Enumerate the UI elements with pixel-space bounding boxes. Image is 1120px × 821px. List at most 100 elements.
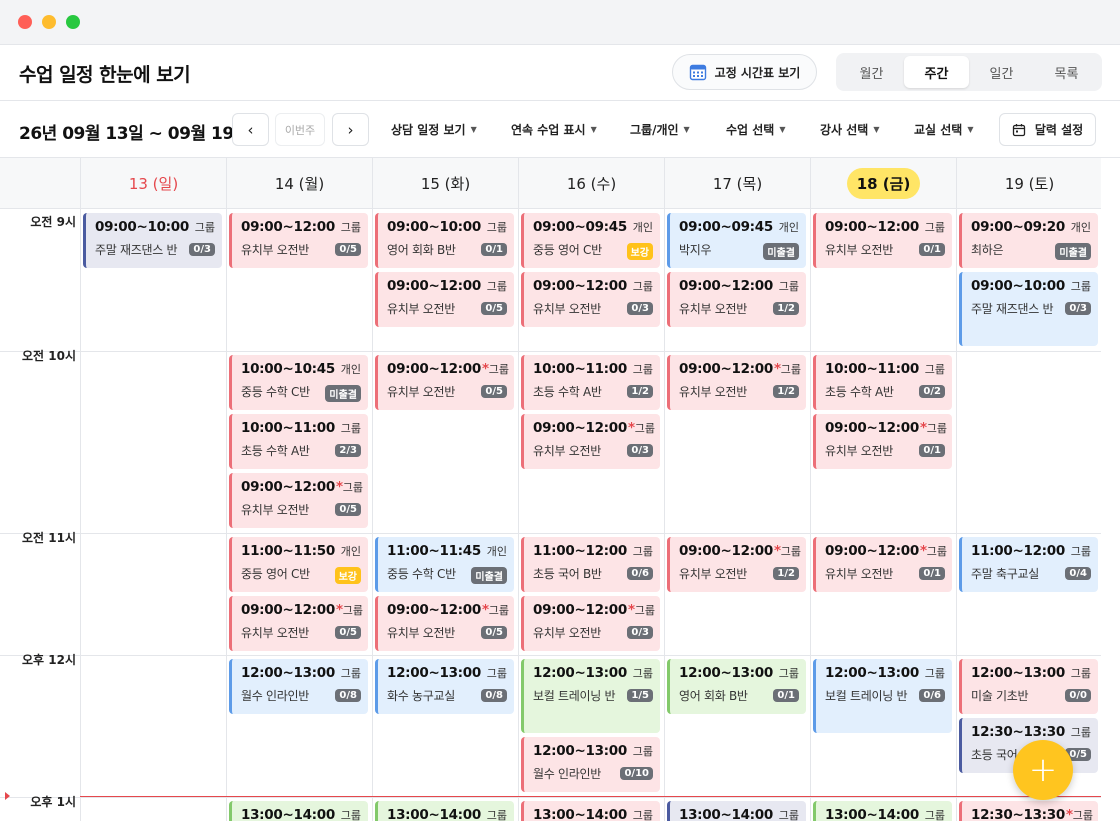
schedule-event[interactable]: 12:30~13:30* 그룹 [959, 801, 1098, 821]
add-schedule-button[interactable]: + [1013, 740, 1073, 800]
schedule-event[interactable]: 13:00~14:00 그룹 [229, 801, 368, 821]
close-window-button[interactable] [18, 15, 32, 29]
filter-continuous-dropdown[interactable]: 연속 수업 표시 ▼ [511, 121, 597, 138]
conflict-star-icon: * [1065, 807, 1073, 821]
schedule-event[interactable]: 09:00~10:00 그룹 주말 재즈댄스 반 0/3 [959, 272, 1098, 346]
schedule-event[interactable]: 13:00~14:00 그룹 [521, 801, 660, 821]
day-header[interactable]: 19 (토) [956, 158, 1102, 209]
hour-label: 오후 12시 [22, 653, 76, 667]
schedule-event[interactable]: 12:00~13:00 그룹 미술 기초반 0/0 [959, 659, 1098, 714]
schedule-event[interactable]: 10:00~11:00 그룹 초등 수학 A반 0/2 [813, 355, 952, 410]
view-tab[interactable]: 목록 [1034, 56, 1099, 88]
schedule-event[interactable]: 09:00~12:00* 그룹 유치부 오전반 0/5 [229, 596, 368, 651]
filter-teacher-dropdown[interactable]: 강사 선택 ▼ [820, 121, 880, 138]
day-header[interactable]: 15 (화) [372, 158, 518, 209]
schedule-event[interactable]: 10:00~10:45 개인 중등 수학 C반 미출결 [229, 355, 368, 410]
attendance-badge: 보강 [626, 243, 653, 260]
event-type: 그룹 [634, 422, 655, 435]
event-class-name: 중등 수학 C반 [387, 567, 456, 581]
schedule-event[interactable]: 11:00~11:45 개인 중등 수학 C반 미출결 [375, 537, 514, 592]
next-week-button[interactable]: › [332, 113, 369, 146]
schedule-event[interactable]: 13:00~14:00 그룹 [667, 801, 806, 821]
event-time: 09:00~10:00 [387, 219, 481, 235]
day-header-label: 18 (금) [846, 168, 921, 199]
schedule-event[interactable]: 10:00~11:00 그룹 초등 수학 A반 1/2 [521, 355, 660, 410]
schedule-event[interactable]: 11:00~11:50 개인 중등 영어 C반 보강 [229, 537, 368, 592]
schedule-event[interactable]: 10:00~11:00 그룹 초등 수학 A반 2/3 [229, 414, 368, 469]
event-class-name: 박지우 [679, 243, 712, 257]
calendar-settings-button[interactable]: 달력 설정 [999, 113, 1096, 146]
caret-down-icon: ▼ [470, 125, 477, 134]
day-header-label: 15 (화) [420, 175, 471, 193]
filter-label: 교실 선택 [914, 123, 963, 137]
filter-consultation-dropdown[interactable]: 상담 일정 보기 ▼ [391, 121, 477, 138]
schedule-event[interactable]: 12:00~13:00 그룹 보컬 트레이닝 반 0/6 [813, 659, 952, 733]
schedule-event[interactable]: 09:00~09:45 개인 박지우 미출결 [667, 213, 806, 268]
schedule-event[interactable]: 09:00~12:00* 그룹 유치부 오전반 0/5 [375, 355, 514, 410]
day-header[interactable]: 16 (수) [518, 158, 664, 209]
schedule-event[interactable]: 09:00~12:00 그룹 유치부 오전반 0/1 [813, 213, 952, 268]
schedule-event[interactable]: 09:00~12:00 그룹 유치부 오전반 0/5 [375, 272, 514, 327]
event-type: 그룹 [632, 545, 653, 558]
event-type: 그룹 [926, 422, 947, 435]
column-divider [518, 158, 519, 821]
schedule-event[interactable]: 09:00~12:00* 그룹 유치부 오전반 0/5 [375, 596, 514, 651]
schedule-event[interactable]: 09:00~12:00 그룹 유치부 오전반 0/5 [229, 213, 368, 268]
filter-room-dropdown[interactable]: 교실 선택 ▼ [914, 121, 974, 138]
schedule-event[interactable]: 09:00~10:00 그룹 영어 회화 B반 0/1 [375, 213, 514, 268]
schedule-event[interactable]: 09:00~12:00* 그룹 유치부 오전반 1/2 [667, 355, 806, 410]
calendar-settings-label: 달력 설정 [1034, 123, 1084, 137]
event-type: 그룹 [632, 363, 653, 376]
event-time: 09:00~12:00* [533, 420, 635, 436]
schedule-event[interactable]: 09:00~12:00* 그룹 유치부 오전반 0/3 [521, 414, 660, 469]
event-time: 13:00~14:00 [679, 807, 773, 821]
this-week-button[interactable]: 이번주 [275, 113, 325, 146]
filter-class-dropdown[interactable]: 수업 선택 ▼ [726, 121, 786, 138]
filter-group-dropdown[interactable]: 그룹/개인 ▼ [630, 121, 690, 138]
schedule-event[interactable]: 12:00~13:00 그룹 영어 회화 B반 0/1 [667, 659, 806, 714]
day-header[interactable]: 14 (월) [226, 158, 372, 209]
schedule-event[interactable]: 09:00~12:00* 그룹 유치부 오전반 1/2 [667, 537, 806, 592]
event-type: 그룹 [194, 221, 215, 234]
event-class-name: 초등 국어 [971, 748, 1018, 762]
day-header[interactable]: 18 (금) [810, 158, 956, 209]
schedule-event[interactable]: 13:00~14:00 그룹 [375, 801, 514, 821]
schedule-event[interactable]: 09:00~10:00 그룹 주말 재즈댄스 반 0/3 [83, 213, 222, 268]
event-type: 그룹 [342, 481, 363, 494]
calendar-icon [689, 64, 706, 81]
schedule-event[interactable]: 11:00~12:00 그룹 주말 축구교실 0/4 [959, 537, 1098, 592]
event-time: 11:00~12:00 [533, 543, 627, 559]
maximize-window-button[interactable] [66, 15, 80, 29]
filter-label: 강사 선택 [820, 123, 869, 137]
schedule-event[interactable]: 12:00~13:00 그룹 월수 인라인반 0/10 [521, 737, 660, 792]
event-type: 그룹 [486, 667, 507, 680]
schedule-event[interactable]: 09:00~09:20 개인 최하은 미출결 [959, 213, 1098, 268]
schedule-event[interactable]: 11:00~12:00 그룹 초등 국어 B반 0/6 [521, 537, 660, 592]
event-type: 그룹 [1070, 280, 1091, 293]
schedule-event[interactable]: 09:00~12:00* 그룹 유치부 오전반 0/5 [229, 473, 368, 528]
minimize-window-button[interactable] [42, 15, 56, 29]
view-tab[interactable]: 주간 [904, 56, 969, 88]
schedule-event[interactable]: 09:00~12:00 그룹 유치부 오전반 1/2 [667, 272, 806, 327]
schedule-event[interactable]: 09:00~12:00* 그룹 유치부 오전반 0/1 [813, 414, 952, 469]
column-divider [226, 158, 227, 821]
prev-week-button[interactable]: ‹ [232, 113, 269, 146]
view-tab[interactable]: 일간 [969, 56, 1034, 88]
attendance-badge: 0/5 [481, 626, 507, 639]
schedule-event[interactable]: 12:00~13:00 그룹 보컬 트레이닝 반 1/5 [521, 659, 660, 733]
caret-down-icon: ▼ [967, 125, 974, 134]
schedule-event[interactable]: 13:00~14:00 그룹 [813, 801, 952, 821]
schedule-event[interactable]: 09:00~12:00* 그룹 유치부 오전반 0/3 [521, 596, 660, 651]
schedule-event[interactable]: 12:00~13:00 그룹 월수 인라인반 0/8 [229, 659, 368, 714]
schedule-event[interactable]: 12:00~13:00 그룹 화수 농구교실 0/8 [375, 659, 514, 714]
view-tab[interactable]: 월간 [839, 56, 904, 88]
day-header-label: 17 (목) [712, 175, 763, 193]
day-header-label: 19 (토) [1004, 175, 1055, 193]
schedule-event[interactable]: 09:00~12:00 그룹 유치부 오전반 0/3 [521, 272, 660, 327]
day-header[interactable]: 17 (목) [664, 158, 810, 209]
schedule-event[interactable]: 09:00~12:00* 그룹 유치부 오전반 0/1 [813, 537, 952, 592]
fixed-schedule-button[interactable]: 고정 시간표 보기 [672, 54, 817, 90]
day-header[interactable]: 13 (일) [80, 158, 226, 209]
schedule-event[interactable]: 09:00~09:45 개인 중등 영어 C반 보강 [521, 213, 660, 268]
event-time: 13:00~14:00 [533, 807, 627, 821]
